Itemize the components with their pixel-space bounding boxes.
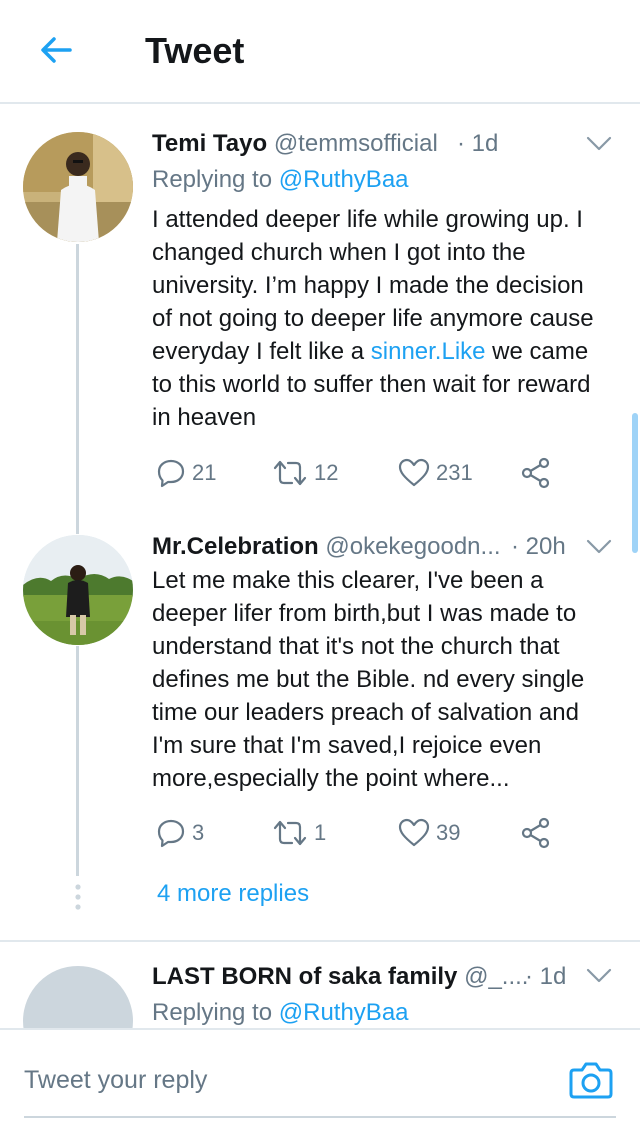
replying-to-handle[interactable]: @RuthyBaa bbox=[279, 999, 409, 1026]
author-name: Mr.Celebration bbox=[152, 533, 319, 560]
author-handle: @_.... bbox=[464, 963, 529, 990]
reply-button[interactable]: 21 bbox=[156, 455, 216, 491]
retweet-icon bbox=[273, 820, 307, 846]
scrollbar[interactable] bbox=[632, 413, 638, 553]
chevron-down-icon[interactable] bbox=[586, 135, 612, 153]
chevron-down-icon[interactable] bbox=[586, 538, 612, 556]
reply-input-underline bbox=[24, 1116, 616, 1118]
tweet-text: I attended deeper life while growing up.… bbox=[152, 206, 594, 431]
tweet-actions: 21 12 231 bbox=[152, 455, 572, 491]
thread-line bbox=[76, 244, 79, 534]
reply-input[interactable] bbox=[24, 1066, 544, 1095]
arrow-left-icon[interactable] bbox=[36, 30, 76, 70]
share-icon bbox=[521, 817, 550, 849]
heart-icon bbox=[398, 818, 430, 847]
more-replies-link[interactable]: 4 more replies bbox=[157, 880, 309, 908]
reply-icon bbox=[157, 459, 185, 488]
reply-button[interactable]: 3 bbox=[156, 815, 204, 851]
chevron-down-icon[interactable] bbox=[586, 967, 612, 985]
like-button[interactable]: 231 bbox=[398, 455, 473, 491]
retweet-count: 1 bbox=[314, 820, 327, 845]
like-count: 231 bbox=[436, 460, 473, 485]
avatar[interactable] bbox=[23, 535, 133, 645]
reply-composer bbox=[0, 1028, 640, 1122]
tweet-author[interactable]: Temi Tayo @temmsofficial bbox=[152, 130, 438, 158]
author-handle: @temmsofficial bbox=[273, 130, 438, 157]
heart-icon bbox=[398, 458, 430, 487]
replying-to-handle[interactable]: @RuthyBaa bbox=[279, 166, 409, 193]
more-dots-icon bbox=[75, 884, 81, 910]
reply-icon bbox=[157, 819, 185, 848]
reply-count: 3 bbox=[192, 820, 205, 845]
like-button[interactable]: 39 bbox=[398, 815, 460, 851]
retweet-count: 12 bbox=[314, 460, 339, 485]
tweet-time: · 1d bbox=[525, 963, 567, 990]
replying-to: Replying to @RuthyBaa bbox=[152, 999, 409, 1026]
top-bar: Tweet bbox=[0, 0, 640, 104]
retweet-icon bbox=[273, 460, 307, 486]
retweet-button[interactable]: 1 bbox=[272, 815, 326, 851]
camera-icon[interactable] bbox=[568, 1060, 614, 1100]
tweet-link[interactable]: sinner.Like bbox=[371, 338, 486, 365]
replying-to: Replying to @RuthyBaa bbox=[152, 166, 409, 193]
retweet-button[interactable]: 12 bbox=[272, 455, 338, 491]
author-handle: @okekegoodn... bbox=[325, 533, 501, 560]
tweet-author[interactable]: Mr.Celebration @okekegoodn... bbox=[152, 533, 501, 561]
avatar[interactable] bbox=[23, 132, 133, 242]
tweet-actions: 3 1 39 bbox=[152, 815, 572, 851]
share-button[interactable] bbox=[520, 815, 552, 851]
tweet-time: · 1d bbox=[457, 130, 499, 157]
share-icon bbox=[521, 457, 550, 489]
tweet-text: Let me make this clearer, I've been a de… bbox=[152, 567, 585, 792]
share-button[interactable] bbox=[520, 455, 552, 491]
divider bbox=[0, 940, 640, 942]
author-name: Temi Tayo bbox=[152, 130, 268, 157]
thread-line bbox=[76, 646, 79, 876]
tweet-time: · 20h bbox=[511, 533, 566, 560]
author-name: LAST BORN of saka family bbox=[152, 963, 458, 990]
page-title: Tweet bbox=[145, 30, 245, 71]
like-count: 39 bbox=[436, 820, 461, 845]
tweet-author[interactable]: LAST BORN of saka family @_.... bbox=[152, 963, 528, 991]
reply-count: 21 bbox=[192, 460, 217, 485]
